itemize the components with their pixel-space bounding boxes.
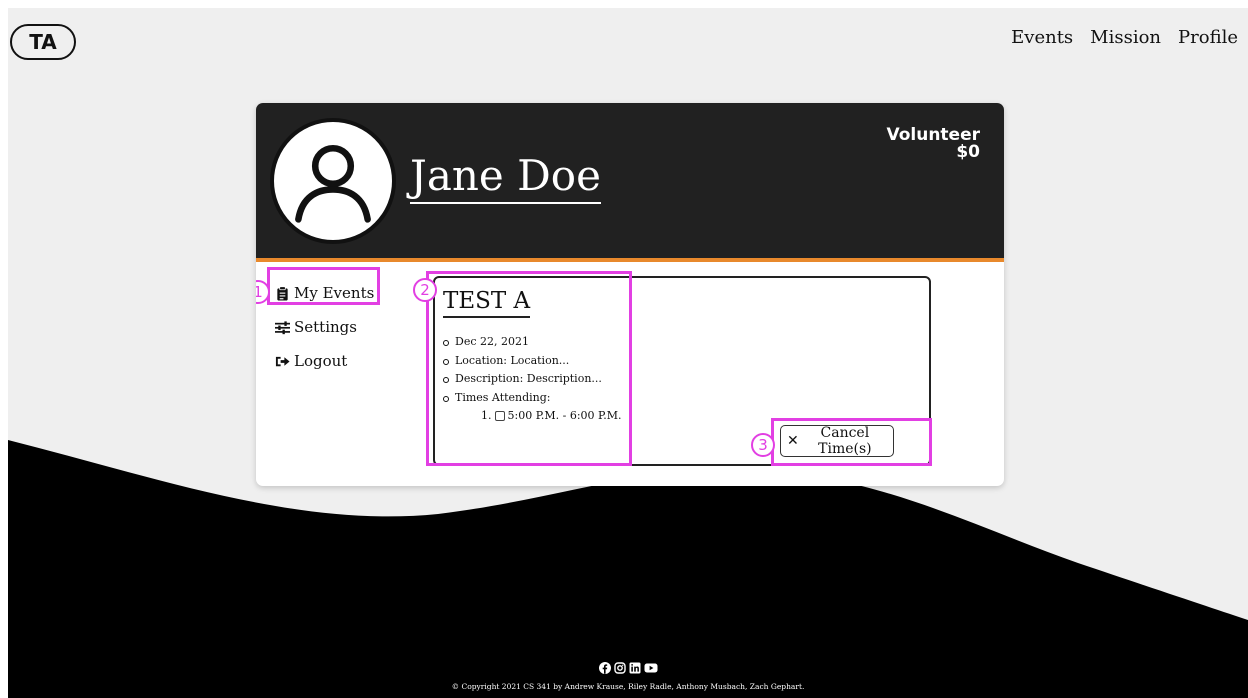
youtube-icon[interactable] (644, 659, 658, 678)
annotation-box-1 (267, 267, 380, 305)
linkedin-icon[interactable] (629, 659, 641, 678)
sliders-icon (275, 320, 290, 334)
facebook-icon[interactable] (599, 659, 611, 678)
instagram-icon[interactable] (614, 659, 626, 678)
annotation-box-2 (426, 271, 632, 466)
sidebar-item-label: Logout (294, 352, 348, 370)
annotation-badge-3: 3 (751, 433, 775, 457)
nav-events[interactable]: Events (1011, 27, 1073, 48)
copyright: © Copyright 2021 CS 341 by Andrew Krause… (451, 682, 805, 691)
page: TA Events Mission Profile Jane Doe Volun… (8, 8, 1248, 698)
user-circle-icon (270, 118, 396, 244)
annotation-box-3 (771, 418, 932, 466)
social-links (599, 659, 658, 678)
sidebar-item-logout[interactable]: Logout (272, 344, 382, 378)
nav-mission[interactable]: Mission (1090, 27, 1161, 48)
profile-name: Jane Doe (410, 151, 601, 205)
annotation-badge-2: 2 (413, 278, 437, 302)
profile-header: Jane Doe Volunteer $0 (256, 103, 1004, 262)
sidebar-item-label: Settings (294, 318, 357, 336)
nav-profile[interactable]: Profile (1178, 27, 1238, 48)
sidebar-item-settings[interactable]: Settings (272, 310, 382, 344)
balance-label: $0 (956, 142, 980, 162)
top-nav: Events Mission Profile (1011, 27, 1238, 48)
sign-out-icon (275, 356, 290, 366)
logo[interactable]: TA (10, 24, 76, 60)
role-info: Volunteer $0 (886, 127, 980, 161)
profile-card: Jane Doe Volunteer $0 My Events Settings… (256, 103, 1004, 486)
